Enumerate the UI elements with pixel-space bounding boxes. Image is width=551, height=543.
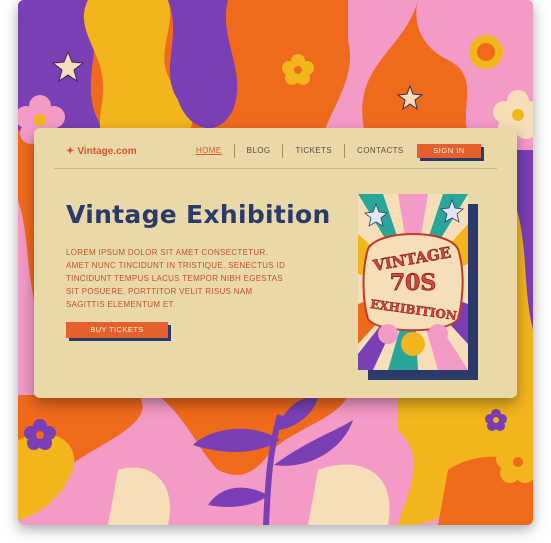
nav-link-home[interactable]: HOME — [184, 144, 234, 158]
sparkle-icon: ✦ — [66, 146, 75, 157]
nav-link-tickets[interactable]: TICKETS — [282, 144, 344, 158]
sign-in-button[interactable]: SIGN IN — [417, 144, 481, 158]
nav-divider — [54, 168, 497, 169]
brand-name: Vintage.com — [77, 146, 137, 157]
nav-link-blog[interactable]: BLOG — [233, 144, 283, 158]
page-canvas: ✦ Vintage.com HOME BLOG TICKETS CONTACTS … — [18, 0, 533, 525]
nav-links: HOME BLOG TICKETS CONTACTS — [184, 142, 416, 160]
hero-title: Vintage Exhibition — [66, 200, 331, 229]
hero-description: Lorem ipsum dolor sit amet consectetur. … — [66, 248, 286, 309]
buy-tickets-button[interactable]: BUY TICKETS — [66, 322, 168, 338]
poster-line-2: 70S — [390, 270, 437, 296]
nav-link-contacts[interactable]: CONTACTS — [344, 144, 416, 158]
top-navigation: ✦ Vintage.com HOME BLOG TICKETS CONTACTS … — [34, 128, 517, 172]
brand-logo[interactable]: ✦ Vintage.com — [66, 146, 137, 157]
hero-card: ✦ Vintage.com HOME BLOG TICKETS CONTACTS … — [34, 128, 517, 398]
exhibition-poster: VINTAGE 70S EXHIBITION — [358, 194, 478, 380]
poster-art: VINTAGE 70S EXHIBITION — [358, 194, 468, 370]
